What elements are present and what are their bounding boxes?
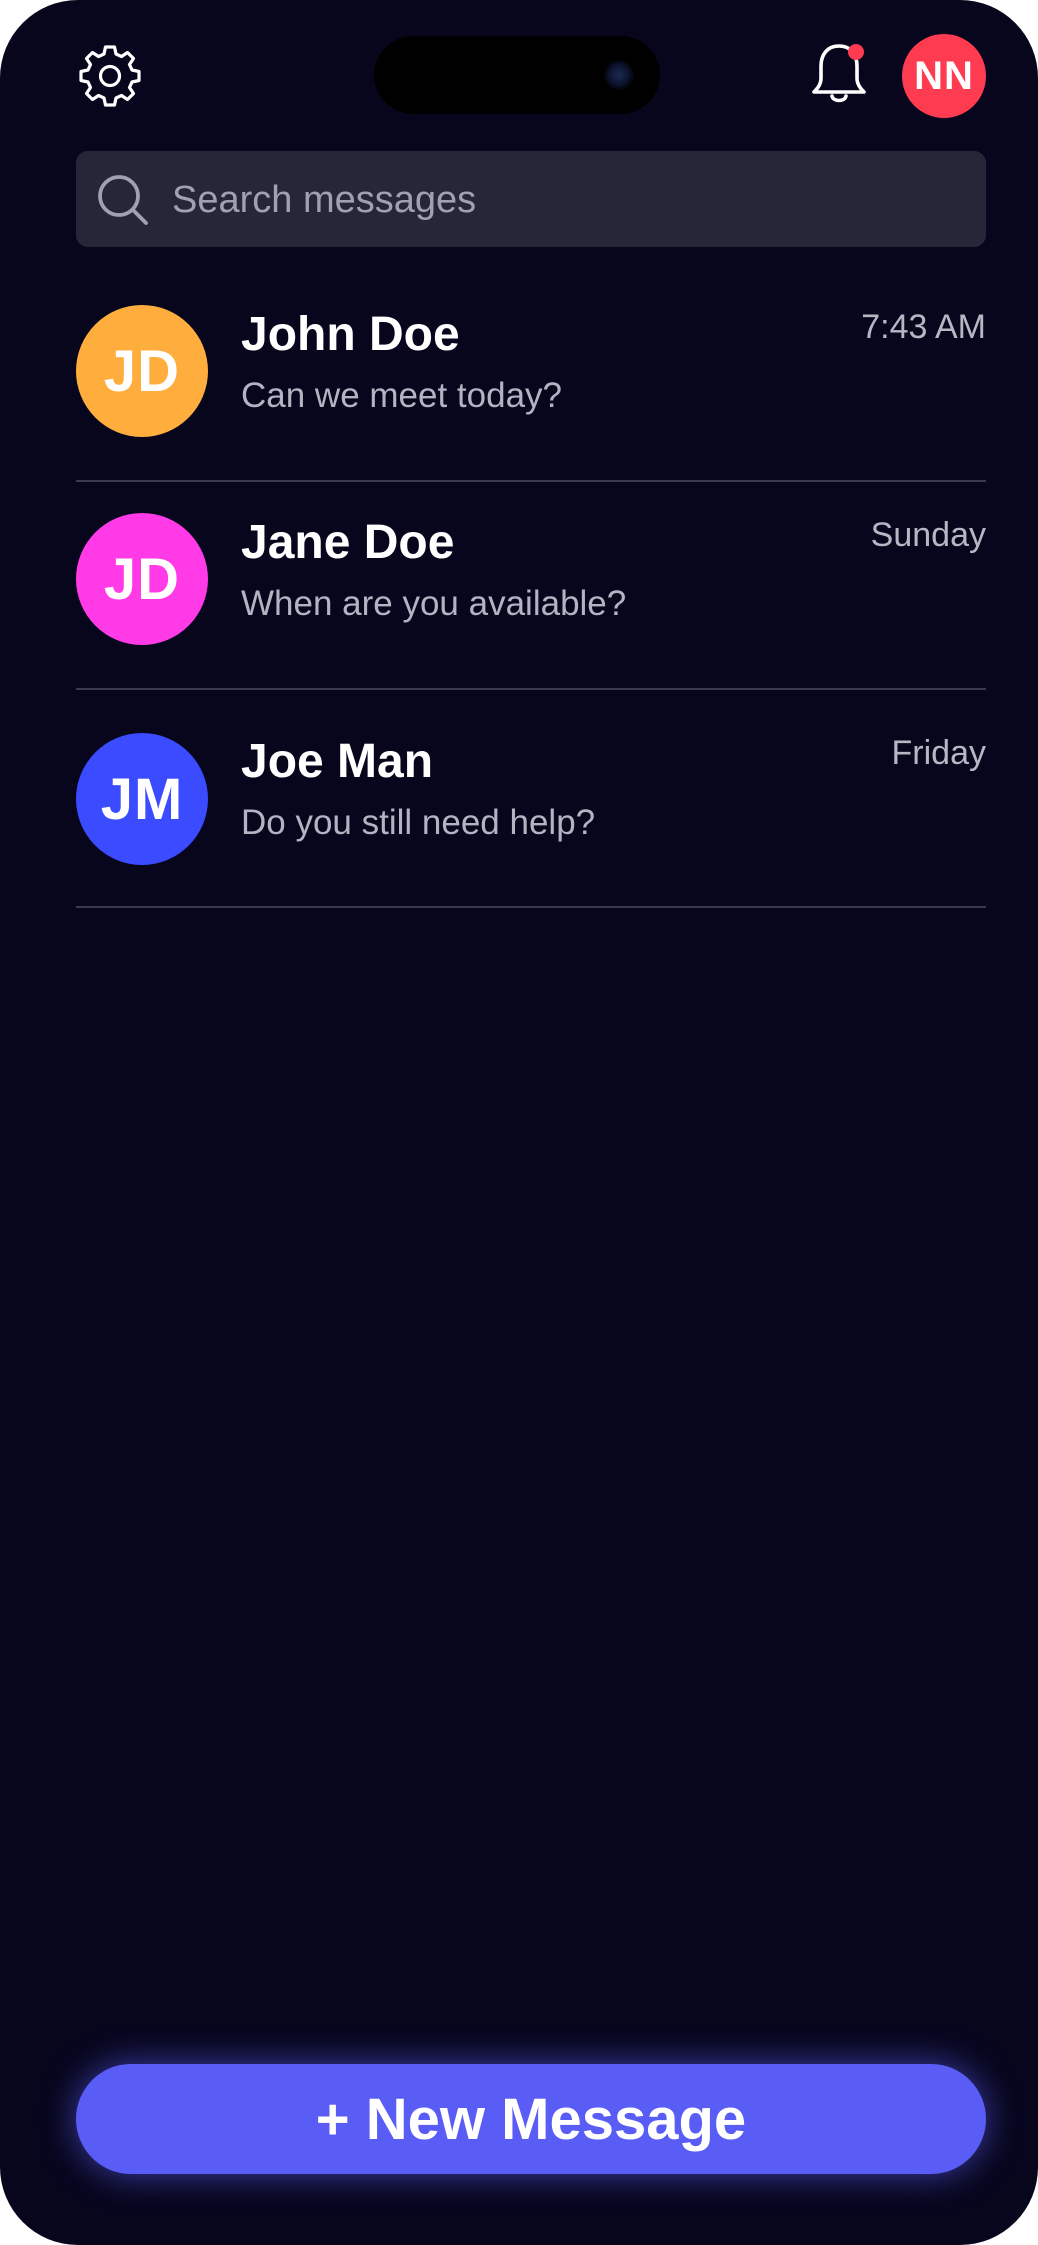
camera-lens: [604, 60, 634, 90]
contact-avatar: JM: [76, 733, 208, 865]
gear-icon[interactable]: [78, 44, 142, 108]
dynamic-island: [374, 36, 660, 114]
contact-name: Joe Man: [241, 735, 434, 788]
search-input[interactable]: [170, 151, 964, 249]
message-time: 7:43 AM: [861, 308, 986, 346]
user-avatar[interactable]: NN: [902, 34, 986, 118]
notification-badge: [848, 44, 864, 60]
conversation-item[interactable]: JD Jane Doe When are you available? Sund…: [76, 480, 986, 690]
message-preview: When are you available?: [241, 584, 627, 623]
search-bar[interactable]: [76, 151, 986, 249]
conversation-item[interactable]: JM Joe Man Do you still need help? Frida…: [76, 688, 986, 908]
contact-name: Jane Doe: [241, 516, 455, 569]
message-preview: Can we meet today?: [241, 376, 563, 415]
contact-name: John Doe: [241, 308, 460, 361]
contact-avatar: JD: [76, 513, 208, 645]
contact-avatar: JD: [76, 305, 208, 437]
message-time: Friday: [891, 734, 986, 772]
app-screen: NN JD John Doe Can we meet today? 7:43 A…: [0, 0, 1038, 2245]
message-preview: Do you still need help?: [241, 803, 596, 842]
conversation-item[interactable]: JD John Doe Can we meet today? 7:43 AM: [76, 272, 986, 482]
new-message-button[interactable]: + New Message: [76, 2064, 986, 2174]
search-icon: [98, 175, 148, 225]
message-time: Sunday: [870, 516, 986, 554]
